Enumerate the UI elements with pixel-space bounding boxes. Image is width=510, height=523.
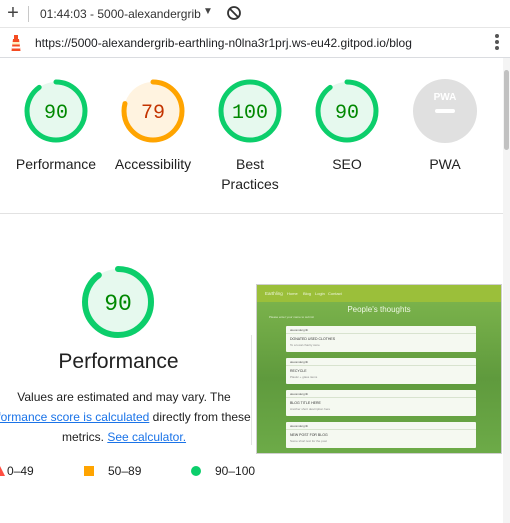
legend-fail: 0–49 <box>7 464 34 478</box>
post-user: alexandergrib <box>290 360 309 364</box>
post-title: RECYCLE <box>290 369 307 373</box>
gauge-ring: 100 <box>218 79 282 143</box>
description-line-1: Values are estimated and may vary. The <box>17 390 231 404</box>
gauge-label: Performance <box>15 156 97 172</box>
legend-average: 50–89 <box>108 464 142 478</box>
thumbnail-heading: People's thoughts <box>347 305 411 314</box>
thumbnail-nav-item: Login <box>315 291 325 296</box>
lighthouse-icon <box>11 35 21 51</box>
gauge-score: 90 <box>44 102 68 125</box>
gauge-label: Accessibility <box>114 156 192 172</box>
new-tab-button[interactable]: + <box>3 1 23 25</box>
gauge-performance[interactable]: 90 Performance <box>6 78 106 174</box>
description-line-3: metrics. See calculator. <box>0 427 256 447</box>
post-title: BLOG TITLE HERE <box>290 401 321 405</box>
gauge-ring: 90 <box>315 79 379 143</box>
thumbnail-brand: Earthling <box>265 291 283 296</box>
gauge-label: SEO <box>332 156 362 172</box>
pass-circle-icon <box>191 466 201 476</box>
gauge-score: 90 <box>335 102 359 125</box>
pwa-badge-icon: PWA <box>413 79 477 143</box>
performance-description: Values are estimated and may vary. The f… <box>0 387 256 447</box>
page-screenshot-thumbnail[interactable]: Earthling Home Blog Login Contact People… <box>256 284 502 454</box>
post-user: alexandergrib <box>290 424 309 428</box>
performance-score: 90 <box>104 291 132 317</box>
gauge-ring: 90 <box>24 79 88 143</box>
thumbnail-navbar: Earthling Home Blog Login Contact <box>257 285 501 302</box>
post-divider <box>286 429 476 430</box>
description-text: directly from these <box>149 410 251 424</box>
gauge-score: 79 <box>141 102 165 125</box>
address-bar: https://5000-alexandergrib-earthling-n0l… <box>0 28 510 58</box>
tab-title[interactable]: 01:44:03 - 5000-alexandergrib <box>40 7 201 21</box>
tab-separator <box>28 6 29 22</box>
post-user: alexandergrib <box>290 328 309 332</box>
fail-triangle-icon <box>0 466 5 476</box>
thumbnail-post-card: alexandergrib NEW POST FOR BLOG Some sho… <box>286 422 476 448</box>
thumbnail-post-card: alexandergrib DONATED USED CLOTHES To a … <box>286 326 476 352</box>
block-icon[interactable] <box>226 5 242 21</box>
description-line-2: formance score is calculated directly fr… <box>0 407 256 427</box>
thumbnail-nav-item: Home <box>287 291 298 296</box>
thumbnail-post-card: alexandergrib RECYCLE Plastic + glass it… <box>286 358 476 384</box>
post-divider <box>286 333 476 334</box>
post-divider <box>286 365 476 366</box>
gauge-ring: 79 <box>121 79 185 143</box>
pwa-badge-text: PWA <box>434 92 457 103</box>
thumbnail-nav-item: Contact <box>328 291 342 296</box>
thumbnail-nav-item: Blog <box>303 291 312 296</box>
post-subtitle: Plastic + glass items <box>290 375 318 379</box>
see-calculator-link[interactable]: See calculator. <box>107 430 186 444</box>
performance-title: Performance <box>58 350 179 373</box>
more-options-icon[interactable] <box>490 34 504 52</box>
gauge-accessibility[interactable]: 79 Accessibility <box>103 78 203 174</box>
post-title: DONATED USED CLOTHES <box>290 337 336 341</box>
post-user: alexandergrib <box>290 392 309 396</box>
score-calculation-link[interactable]: formance score is calculated <box>0 410 149 424</box>
vertical-divider <box>251 335 252 445</box>
chevron-down-icon[interactable]: ▼ <box>203 6 213 17</box>
post-divider <box>286 397 476 398</box>
post-subtitle: Another short description here <box>290 407 331 411</box>
tab-strip: + 01:44:03 - 5000-alexandergrib ▼ <box>0 0 510 28</box>
description-text: metrics. <box>61 430 108 444</box>
scrollbar-thumb[interactable] <box>504 70 509 150</box>
gauge-seo[interactable]: 90 SEO <box>297 78 397 174</box>
thumbnail-post-card: alexandergrib BLOG TITLE HERE Another sh… <box>286 390 476 416</box>
thumbnail-label: Please enter your name to submit <box>269 315 314 319</box>
thumbnail-body: People's thoughts Please enter your name… <box>257 302 501 453</box>
post-subtitle: Some short text for the post <box>290 439 327 443</box>
legend-pass: 90–100 <box>215 464 256 478</box>
gauge-pwa[interactable]: PWA PWA <box>395 78 495 174</box>
gauge-best-practices[interactable]: 100 Best Practices <box>200 78 300 194</box>
average-square-icon <box>84 466 94 476</box>
gauge-label: PWA <box>429 156 461 172</box>
post-subtitle: To a local charity store <box>290 343 320 347</box>
gauge-label: Best Practices <box>221 156 279 192</box>
category-gauges: 90 Performance 79 Accessibility 100 Best… <box>0 58 503 214</box>
post-title: NEW POST FOR BLOG <box>290 433 328 437</box>
gauge-score: 100 <box>232 102 268 125</box>
url-text[interactable]: https://5000-alexandergrib-earthling-n0l… <box>35 36 412 50</box>
performance-gauge[interactable]: 90 <box>80 264 156 340</box>
